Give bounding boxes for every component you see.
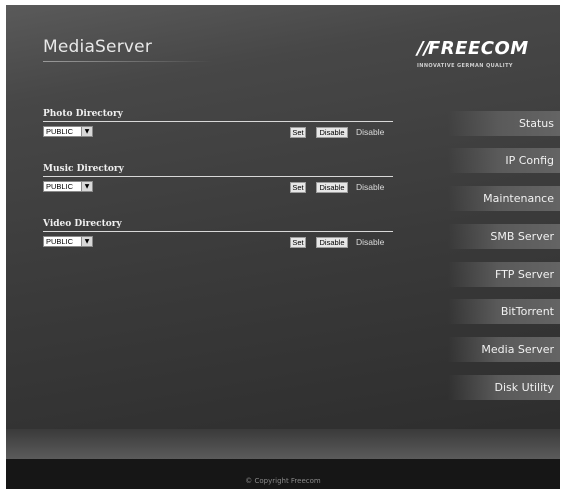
video-set-button[interactable]: Set (290, 237, 306, 248)
section-title: Photo Directory (43, 109, 123, 119)
chevron-down-icon[interactable]: ▼ (81, 237, 92, 246)
music-directory-select[interactable]: PUBLIC ▼ (43, 181, 93, 192)
brand-tagline: INNOVATIVE GERMAN QUALITY (417, 63, 513, 69)
section-title: Music Directory (43, 164, 124, 174)
brand-name: FREECOM (428, 38, 529, 59)
photo-directory-section: Photo Directory PUBLIC ▼ Set Disable Dis… (43, 109, 393, 149)
sidebar-item-ip-config[interactable]: IP Config (448, 148, 560, 173)
title-underline (43, 61, 213, 62)
divider (43, 231, 393, 232)
sidebar-item-ftp-server[interactable]: FTP Server (448, 262, 560, 287)
photo-disable-button[interactable]: Disable (316, 127, 348, 138)
sidebar-item-disk-utility[interactable]: Disk Utility (448, 375, 560, 400)
bottom-band (6, 429, 560, 459)
select-value: PUBLIC (46, 182, 74, 191)
page-title: MediaServer (43, 37, 153, 57)
select-value: PUBLIC (46, 237, 74, 246)
sidebar-item-bittorrent[interactable]: BitTorrent (448, 299, 560, 324)
video-disable-button[interactable]: Disable (316, 237, 348, 248)
sidebar-item-status[interactable]: Status (448, 111, 560, 136)
app-window: MediaServer // FREECOM INNOVATIVE GERMAN… (6, 5, 560, 489)
footer: © Copyright Freecom (6, 459, 560, 489)
music-disable-button[interactable]: Disable (316, 182, 348, 193)
sidebar-item-smb-server[interactable]: SMB Server (448, 224, 560, 249)
sidebar-item-media-server[interactable]: Media Server (448, 337, 560, 362)
main-panel: MediaServer // FREECOM INNOVATIVE GERMAN… (6, 5, 560, 457)
section-title: Video Directory (43, 219, 122, 229)
video-status-text: Disable (356, 237, 385, 247)
photo-directory-select[interactable]: PUBLIC ▼ (43, 126, 93, 137)
divider (43, 121, 393, 122)
divider (43, 176, 393, 177)
chevron-down-icon[interactable]: ▼ (81, 182, 92, 191)
photo-set-button[interactable]: Set (290, 127, 306, 138)
video-directory-select[interactable]: PUBLIC ▼ (43, 236, 93, 247)
sidebar-item-maintenance[interactable]: Maintenance (448, 186, 560, 211)
chevron-down-icon[interactable]: ▼ (81, 127, 92, 136)
copyright-text: © Copyright Freecom (245, 477, 321, 485)
video-directory-section: Video Directory PUBLIC ▼ Set Disable Dis… (43, 219, 393, 259)
music-set-button[interactable]: Set (290, 182, 306, 193)
select-value: PUBLIC (46, 127, 74, 136)
photo-status-text: Disable (356, 127, 385, 137)
brand-logo: // FREECOM INNOVATIVE GERMAN QUALITY (417, 38, 542, 74)
music-directory-section: Music Directory PUBLIC ▼ Set Disable Dis… (43, 164, 393, 204)
music-status-text: Disable (356, 182, 385, 192)
